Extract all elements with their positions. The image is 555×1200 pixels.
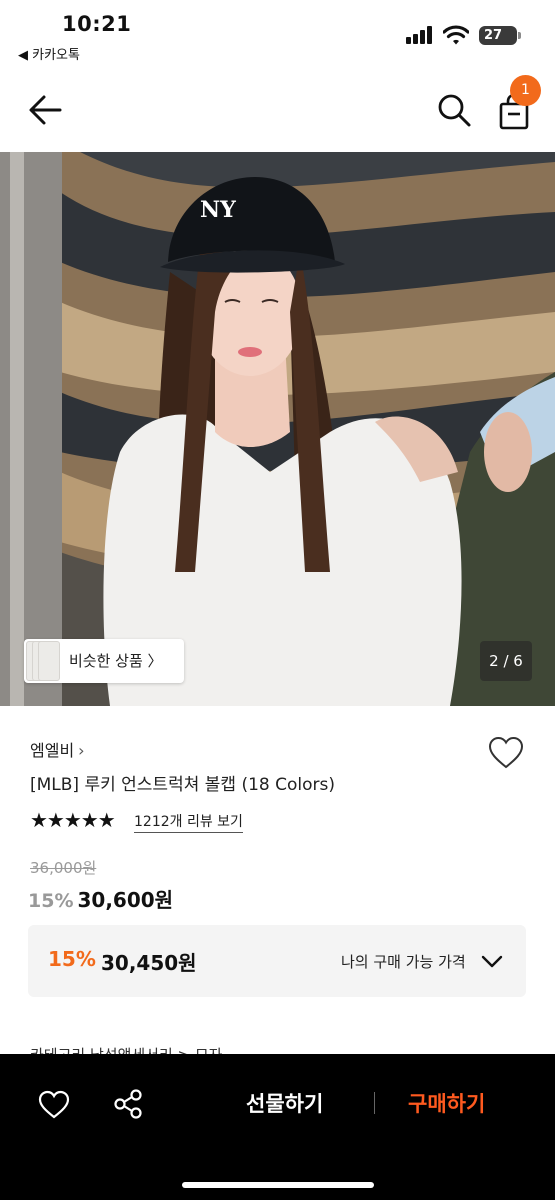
battery-indicator: 27: [479, 26, 521, 45]
review-link[interactable]: 1212개 리뷰 보기: [134, 811, 243, 833]
back-to-app-link[interactable]: ◀ 카카오톡: [18, 44, 80, 63]
chevron-down-icon: [481, 955, 503, 968]
search-icon[interactable]: [436, 92, 472, 128]
similar-products-label: 비슷한 상품 〉: [69, 652, 163, 670]
similar-products-button[interactable]: 비슷한 상품 〉: [24, 639, 184, 683]
sale-price: 30,600원: [77, 888, 174, 912]
share-icon[interactable]: [112, 1088, 144, 1120]
divider: [374, 1092, 375, 1114]
my-discount-rate: 15%: [48, 947, 96, 971]
app-header: [0, 72, 555, 152]
price-row: 15% 30,600원: [28, 884, 173, 913]
original-price: 36,000원: [30, 859, 97, 877]
svg-text:NY: NY: [200, 197, 236, 223]
image-page-indicator: 2 / 6: [480, 641, 532, 681]
heart-icon[interactable]: [488, 736, 524, 770]
product-image[interactable]: NY: [0, 152, 555, 706]
bottom-action-bar: 선물하기 구매하기: [0, 1054, 555, 1200]
heart-icon[interactable]: [38, 1090, 70, 1120]
buy-button[interactable]: 구매하기: [408, 1088, 485, 1118]
product-title: [MLB] 루키 언스트럭쳐 볼캡 (18 Colors): [30, 775, 335, 795]
cart-count-badge: 1: [510, 75, 541, 106]
similar-thumbnails: [24, 639, 66, 683]
chevron-right-icon: ›: [78, 741, 85, 760]
brand-link[interactable]: 엠엘비 ›: [30, 737, 85, 761]
arrow-left-icon[interactable]: [26, 92, 66, 128]
status-time: 10:21: [62, 12, 132, 36]
status-bar: 10:21 ◀ 카카오톡 27: [0, 0, 555, 72]
signal-icon: [406, 26, 436, 44]
gift-button[interactable]: 선물하기: [246, 1088, 323, 1118]
my-price: 30,450원: [101, 951, 197, 975]
discount-rate: 15%: [28, 890, 74, 912]
wifi-icon: [443, 25, 469, 45]
star-rating: ★★★★★: [30, 808, 116, 832]
my-price-panel[interactable]: 15% 30,450원 나의 구매 가능 가격: [28, 925, 526, 997]
my-price-label: 나의 구매 가능 가격: [341, 953, 466, 971]
brand-name: 엠엘비: [30, 741, 75, 760]
home-indicator: [182, 1182, 374, 1188]
product-photo: NY: [0, 152, 555, 706]
